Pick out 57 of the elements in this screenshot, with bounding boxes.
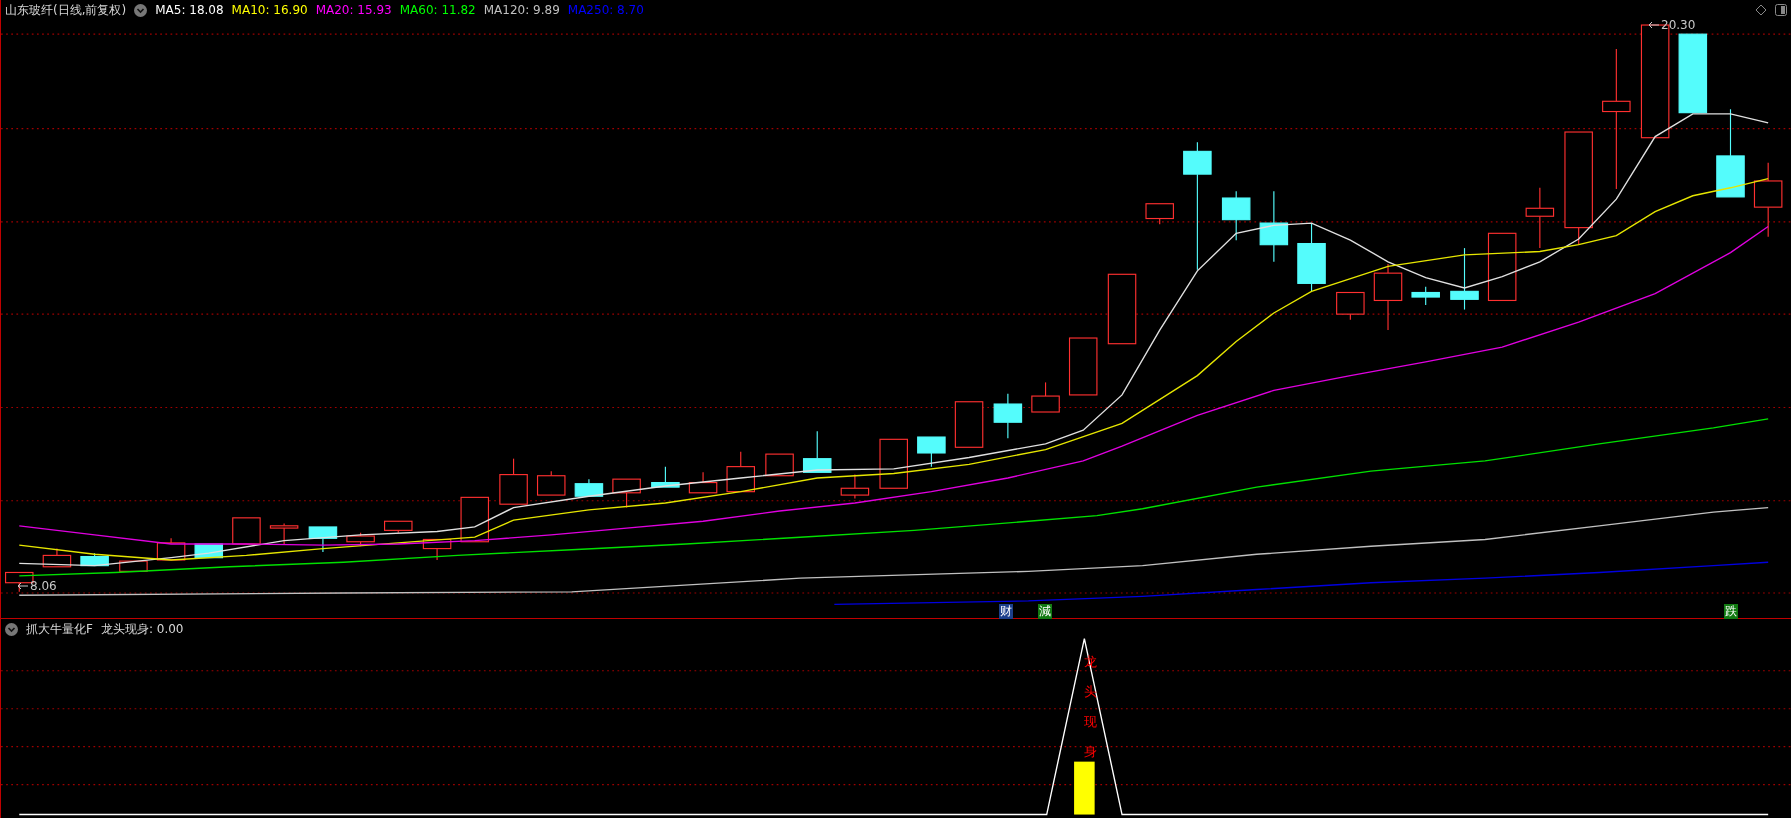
candlestick	[1487, 232, 1517, 302]
moving-average-value: MA10: 16.90	[231, 3, 308, 17]
candlestick	[346, 532, 375, 547]
candlestick	[1525, 187, 1555, 249]
moving-average-value: MA250: 8.70	[567, 3, 644, 17]
candlestick	[422, 538, 452, 561]
moving-average-value: MA120: 9.89	[483, 3, 560, 17]
signal-tag: 減	[1038, 604, 1052, 619]
dropdown-icon[interactable]	[5, 622, 18, 636]
signal-tag: 财	[999, 604, 1014, 619]
candlestick	[1373, 263, 1403, 331]
candlestick	[917, 436, 946, 468]
candlestick	[954, 401, 984, 448]
panel-toggle-icon[interactable]	[1775, 4, 1787, 16]
dropdown-icon[interactable]	[134, 3, 148, 17]
moving-average-value: MA20: 15.93	[315, 3, 392, 17]
candlestick	[688, 471, 718, 494]
diamond-icon[interactable]	[1755, 4, 1767, 16]
candlestick	[726, 451, 755, 493]
indicator-title: 抓大牛量化F	[26, 620, 93, 638]
high-price-label: 20.30	[1661, 18, 1696, 32]
candlestick	[651, 466, 680, 488]
candlestick	[1145, 203, 1174, 225]
candlestick	[1068, 337, 1098, 396]
low-price-label: 8.06	[30, 579, 57, 593]
candlestick	[574, 478, 604, 497]
candlestick	[840, 474, 870, 500]
candlestick	[1411, 286, 1440, 306]
signal-tag: 跌	[1724, 604, 1739, 619]
candlestick	[536, 470, 566, 496]
candlestick	[1107, 273, 1137, 345]
candlestick	[612, 478, 641, 509]
indicator-reading: 龙头现身: 0.00	[100, 620, 184, 638]
candlestick	[1336, 291, 1365, 321]
candlestick	[1221, 190, 1251, 241]
candlestick	[765, 453, 794, 477]
candlestick	[384, 520, 413, 534]
candlestick	[802, 430, 832, 473]
candlestick	[80, 552, 109, 567]
pointer-arrow-icon	[1648, 21, 1660, 29]
candlestick	[499, 458, 528, 505]
candlestick	[119, 560, 148, 572]
candlestick	[993, 393, 1023, 439]
candlestick	[879, 438, 908, 489]
candlestick	[1297, 222, 1326, 292]
pointer-arrow-icon	[17, 582, 29, 590]
candlestick	[269, 522, 299, 545]
candlestick	[1031, 381, 1060, 413]
signal-bar	[1074, 761, 1095, 815]
candlestick	[460, 496, 490, 543]
candlestick	[308, 526, 338, 553]
candlestick	[232, 517, 261, 545]
stock-title: 山东玻纤(日线,前复权)	[5, 1, 127, 19]
moving-average-value: MA5: 18.08	[155, 3, 224, 17]
candlestick	[1450, 247, 1479, 311]
moving-average-value: MA60: 11.82	[399, 3, 476, 17]
candlestick	[42, 548, 72, 568]
